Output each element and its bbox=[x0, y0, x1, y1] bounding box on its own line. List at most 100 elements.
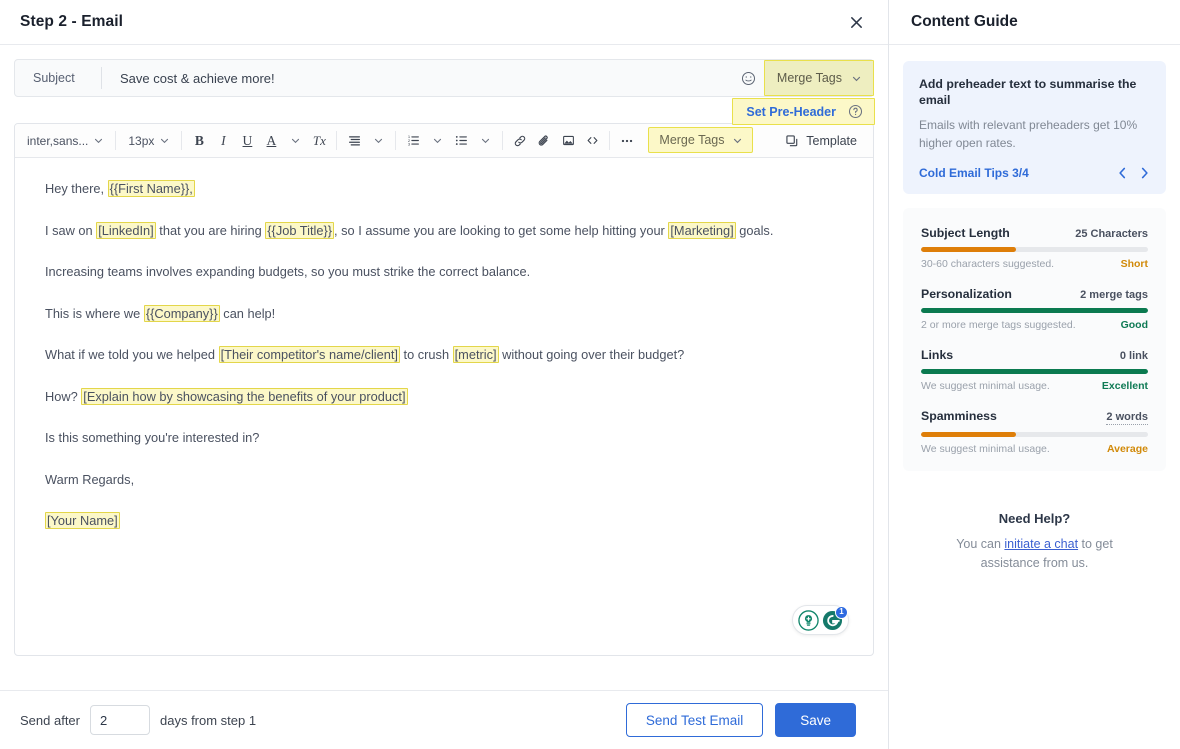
text-color-dropdown[interactable] bbox=[284, 129, 306, 153]
list-group: 1 2 3 bbox=[396, 124, 502, 157]
link-icon[interactable] bbox=[509, 129, 531, 153]
font-family-select[interactable]: inter,sans... bbox=[21, 129, 109, 153]
metric-top: Personalization2 merge tags bbox=[921, 287, 1148, 301]
clear-formatting-button[interactable]: Tx bbox=[308, 129, 330, 153]
email-paragraph: This is where we {{Company}} can help! bbox=[45, 305, 843, 324]
metric-hint: We suggest minimal usage. bbox=[921, 380, 1050, 392]
underline-button[interactable]: U bbox=[236, 129, 258, 153]
chevron-down-icon bbox=[291, 136, 300, 145]
content-guide-panel: Content Guide Add preheader text to summ… bbox=[889, 0, 1180, 749]
tip-link[interactable]: Cold Email Tips 3/4 bbox=[919, 166, 1029, 180]
metric-value[interactable]: 2 words bbox=[1106, 411, 1148, 425]
alignment-group bbox=[337, 124, 395, 157]
merge-tag-token[interactable]: [LinkedIn] bbox=[96, 222, 156, 239]
chevron-down-icon bbox=[433, 136, 442, 145]
chevron-left-icon[interactable] bbox=[1117, 166, 1128, 180]
font-family-group: inter,sans... bbox=[15, 124, 115, 157]
send-after-label: Send after bbox=[20, 713, 80, 728]
email-text: How? bbox=[45, 389, 81, 404]
image-icon[interactable] bbox=[557, 129, 579, 153]
metric-bar-fill bbox=[921, 247, 1016, 252]
panel-header: Step 2 - Email bbox=[0, 0, 888, 45]
merge-tag-token[interactable]: {{Company}} bbox=[144, 305, 220, 322]
set-preheader-link[interactable]: Set Pre-Header bbox=[746, 105, 836, 119]
grammarly-badge-count: 1 bbox=[835, 606, 848, 619]
merge-tag-token[interactable]: [Their competitor's name/client] bbox=[219, 346, 400, 363]
merge-tag-token[interactable]: [metric] bbox=[453, 346, 499, 363]
send-test-email-button[interactable]: Send Test Email bbox=[626, 703, 763, 737]
tip-description: Emails with relevant preheaders get 10% … bbox=[919, 116, 1150, 152]
subject-section: Subject Save cost & achieve more! Merge … bbox=[14, 59, 874, 97]
svg-text:3: 3 bbox=[408, 141, 411, 146]
paperclip-icon[interactable] bbox=[533, 129, 555, 153]
font-size-value: 13px bbox=[128, 134, 154, 148]
chevron-right-icon[interactable] bbox=[1139, 166, 1150, 180]
lightbulb-idea-icon[interactable] bbox=[798, 610, 819, 631]
writing-assistant-pill[interactable]: 1 bbox=[792, 605, 849, 635]
tip-nav bbox=[1117, 166, 1150, 180]
align-justify-icon[interactable] bbox=[343, 129, 365, 153]
template-button[interactable]: Template bbox=[775, 124, 873, 157]
content-guide-body: Add preheader text to summarise the emai… bbox=[889, 45, 1180, 574]
subject-input[interactable]: Save cost & achieve more! bbox=[102, 71, 736, 86]
metric-rating: Average bbox=[1107, 443, 1148, 455]
metric-row: Spamminess 2 words We suggest minimal usag… bbox=[921, 409, 1148, 455]
tip-card: Add preheader text to summarise the emai… bbox=[903, 61, 1166, 194]
emoji-smiley-icon[interactable] bbox=[736, 65, 762, 91]
toolbar-merge-tags-button[interactable]: Merge Tags bbox=[648, 127, 752, 153]
subject-merge-tags-label: Merge Tags bbox=[777, 71, 842, 85]
close-icon[interactable] bbox=[842, 8, 870, 36]
email-paragraph: Warm Regards, bbox=[45, 471, 843, 490]
bullet-list-icon[interactable] bbox=[450, 129, 472, 153]
email-text: What if we told you we helped bbox=[45, 347, 219, 362]
metric-bar-fill bbox=[921, 308, 1148, 313]
chevron-down-icon bbox=[160, 136, 169, 145]
metrics-card: Subject Length25 Characters30-60 charact… bbox=[903, 208, 1166, 471]
metric-value: 0 link bbox=[1120, 350, 1148, 362]
metric-name: Spamminess bbox=[921, 409, 997, 423]
metric-value: 2 merge tags bbox=[1080, 289, 1148, 301]
save-button[interactable]: Save bbox=[775, 703, 856, 737]
metric-name: Links bbox=[921, 348, 953, 362]
merge-tag-token[interactable]: [Explain how by showcasing the benefits … bbox=[81, 388, 407, 405]
grammarly-g-icon[interactable]: 1 bbox=[822, 610, 843, 631]
metric-name: Subject Length bbox=[921, 226, 1010, 240]
merge-tag-token[interactable]: [Marketing] bbox=[668, 222, 735, 239]
numbered-list-icon[interactable]: 1 2 3 bbox=[402, 129, 424, 153]
more-horizontal-icon[interactable] bbox=[616, 129, 638, 153]
italic-button[interactable]: I bbox=[212, 129, 234, 153]
days-from-step-label: days from step 1 bbox=[160, 713, 256, 728]
initiate-chat-link[interactable]: initiate a chat bbox=[1004, 537, 1078, 551]
editor-footer: Send after days from step 1 Send Test Em… bbox=[0, 690, 888, 749]
metric-bottom: We suggest minimal usage.Average bbox=[921, 443, 1148, 455]
send-after-days-input[interactable] bbox=[90, 705, 150, 735]
email-paragraph: What if we told you we helped [Their com… bbox=[45, 346, 843, 365]
merge-tag-token[interactable]: {{Job Title}} bbox=[265, 222, 334, 239]
email-text: This is where we bbox=[45, 306, 144, 321]
metric-bottom: 2 or more merge tags suggested.Good bbox=[921, 319, 1148, 331]
bullet-list-dropdown[interactable] bbox=[474, 129, 496, 153]
text-color-button[interactable]: A bbox=[260, 129, 282, 153]
email-text: without going over their budget? bbox=[499, 347, 685, 362]
subject-bar: Subject Save cost & achieve more! Merge … bbox=[14, 59, 874, 97]
rich-text-editor: inter,sans... 13px B I bbox=[14, 123, 874, 656]
code-brackets-icon[interactable] bbox=[581, 129, 603, 153]
subject-merge-tags-button[interactable]: Merge Tags bbox=[764, 60, 874, 96]
question-mark-circle-icon[interactable] bbox=[848, 104, 863, 119]
copy-template-icon bbox=[785, 134, 799, 148]
merge-tag-token[interactable]: [Your Name] bbox=[45, 512, 120, 529]
metric-rating: Short bbox=[1121, 258, 1148, 270]
align-dropdown[interactable] bbox=[367, 129, 389, 153]
email-step-editor: Step 2 - Email Subject Save cost & achie… bbox=[0, 0, 1180, 749]
email-text: Warm Regards, bbox=[45, 472, 134, 487]
numbered-list-dropdown[interactable] bbox=[426, 129, 448, 153]
set-preheader-row[interactable]: Set Pre-Header bbox=[732, 98, 875, 125]
merge-tag-token[interactable]: {{First Name}}, bbox=[108, 180, 195, 197]
font-size-select[interactable]: 13px bbox=[122, 129, 175, 153]
email-paragraph: Is this something you're interested in? bbox=[45, 429, 843, 448]
bold-button[interactable]: B bbox=[188, 129, 210, 153]
metric-bar-fill bbox=[921, 432, 1016, 437]
metric-bar-track bbox=[921, 432, 1148, 437]
email-text: Is this something you're interested in? bbox=[45, 430, 259, 445]
email-content-editable[interactable]: Hey there, {{First Name}},I saw on [Link… bbox=[15, 158, 873, 655]
